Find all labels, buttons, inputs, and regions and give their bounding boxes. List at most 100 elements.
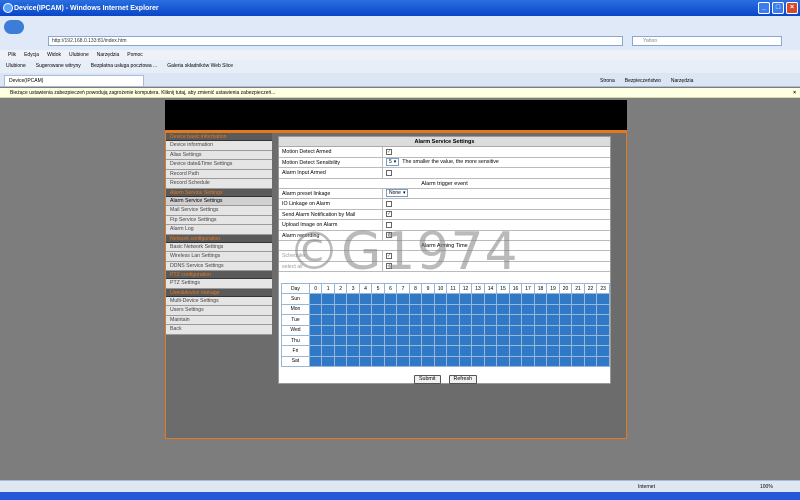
schedule-cell[interactable] (458, 355, 473, 368)
schedule-cell[interactable] (458, 334, 473, 347)
schedule-cell[interactable] (433, 314, 448, 326)
schedule-cell[interactable] (596, 293, 610, 305)
schedule-cell[interactable] (396, 303, 410, 316)
schedule-cell[interactable] (483, 293, 498, 305)
schedule-cell[interactable] (371, 293, 385, 305)
schedule-cell[interactable] (333, 303, 348, 316)
sidebar-item[interactable]: Ftp Service Settings (166, 215, 272, 225)
schedule-cell[interactable] (408, 355, 423, 368)
schedule-cell[interactable] (371, 303, 385, 316)
schedule-cell[interactable] (321, 355, 335, 368)
schedule-cell[interactable] (546, 355, 560, 368)
schedule-cell[interactable] (583, 355, 598, 368)
schedule-cell[interactable] (483, 324, 498, 336)
schedule-cell[interactable] (483, 303, 498, 316)
schedule-cell[interactable] (446, 345, 460, 357)
schedule-cell[interactable] (521, 314, 535, 326)
schedule-cell[interactable] (408, 293, 423, 305)
command-item[interactable]: Bezpieczeństwo (625, 75, 661, 87)
schedule-cell[interactable] (346, 314, 360, 326)
schedule-cell[interactable] (546, 303, 560, 316)
sidebar-item[interactable]: Multi-Device Settings (166, 296, 272, 306)
schedule-cell[interactable] (571, 293, 585, 305)
schedule-cell[interactable] (321, 334, 335, 347)
schedule-cell[interactable] (596, 324, 610, 336)
submit-button[interactable]: Submit (414, 375, 441, 384)
schedule-cell[interactable] (533, 324, 548, 336)
schedule-cell[interactable] (333, 324, 348, 336)
sidebar-item[interactable]: DDNS Service Settings (166, 261, 272, 271)
schedule-cell[interactable] (421, 324, 435, 336)
schedule-cell[interactable] (333, 355, 348, 368)
schedule-cell[interactable] (446, 355, 460, 368)
sidebar-item[interactable]: Device information (166, 141, 272, 151)
command-item[interactable]: Strona (600, 75, 615, 87)
schedule-cell[interactable] (383, 293, 398, 305)
schedule-cell[interactable] (383, 355, 398, 368)
schedule-cell[interactable] (346, 303, 360, 316)
schedule-cell[interactable] (308, 293, 323, 305)
schedule-cell[interactable] (458, 303, 473, 316)
schedule-cell[interactable] (321, 293, 335, 305)
schedule-cell[interactable] (496, 324, 510, 336)
schedule-cell[interactable] (583, 314, 598, 326)
schedule-cell[interactable] (333, 345, 348, 357)
schedule-cell[interactable] (383, 303, 398, 316)
schedule-cell[interactable] (383, 324, 398, 336)
sidebar-item[interactable]: Wireless Lan Settings (166, 252, 272, 262)
schedule-cell[interactable] (321, 314, 335, 326)
schedule-cell[interactable] (446, 293, 460, 305)
menu-item[interactable]: Narzędzia (97, 50, 120, 60)
schedule-cell[interactable] (421, 314, 435, 326)
schedule-cell[interactable] (446, 303, 460, 316)
schedule-cell[interactable] (483, 334, 498, 347)
schedule-cell[interactable] (471, 355, 485, 368)
menu-item[interactable]: Plik (8, 50, 16, 60)
schedule-cell[interactable] (446, 314, 460, 326)
schedule-cell[interactable] (383, 314, 398, 326)
schedule-cell[interactable] (571, 314, 585, 326)
schedule-cell[interactable] (433, 293, 448, 305)
schedule-cell[interactable] (333, 314, 348, 326)
schedule-cell[interactable] (308, 324, 323, 336)
sidebar-item[interactable]: Alarm Service Settings (166, 196, 272, 206)
schedule-cell[interactable] (358, 324, 373, 336)
schedule-cell[interactable] (521, 334, 535, 347)
sidebar-item[interactable]: Maintain (166, 315, 272, 325)
preset-select[interactable]: None ▾ (386, 189, 409, 198)
schedule-cell[interactable] (458, 324, 473, 336)
schedule-cell[interactable] (471, 345, 485, 357)
schedule-cell[interactable] (533, 334, 548, 347)
schedule-cell[interactable] (496, 355, 510, 368)
schedule-cell[interactable] (596, 314, 610, 326)
schedule-cell[interactable] (521, 355, 535, 368)
schedule-cell[interactable] (558, 355, 573, 368)
sensitivity-select[interactable]: 5 ▾ (386, 158, 400, 167)
schedule-cell[interactable] (358, 334, 373, 347)
schedule-cell[interactable] (571, 324, 585, 336)
schedule-cell[interactable] (421, 334, 435, 347)
schedule-cell[interactable] (458, 293, 473, 305)
schedule-cell[interactable] (596, 303, 610, 316)
menu-item[interactable]: Widok (47, 50, 61, 60)
schedule-cell[interactable] (521, 303, 535, 316)
schedule-cell[interactable] (583, 303, 598, 316)
back-forward-icon[interactable] (4, 20, 24, 34)
sidebar-item[interactable]: Alarm Log (166, 225, 272, 235)
schedule-cell[interactable] (433, 324, 448, 336)
schedule-cell[interactable] (571, 334, 585, 347)
schedule-cell[interactable] (508, 303, 523, 316)
sidebar-item[interactable]: Back (166, 325, 272, 335)
schedule-cell[interactable] (471, 334, 485, 347)
browser-tab[interactable]: Device(IPCAM) (4, 75, 144, 87)
schedule-cell[interactable] (383, 334, 398, 347)
schedule-cell[interactable] (396, 334, 410, 347)
select-all-checkbox[interactable]: ✓ (386, 263, 392, 270)
schedule-cell[interactable] (458, 314, 473, 326)
schedule-cell[interactable] (583, 334, 598, 347)
menu-item[interactable]: Edycja (24, 50, 39, 60)
schedule-cell[interactable] (371, 314, 385, 326)
menu-item[interactable]: Ulubione (69, 50, 89, 60)
schedule-cell[interactable] (583, 324, 598, 336)
schedule-cell[interactable] (571, 303, 585, 316)
